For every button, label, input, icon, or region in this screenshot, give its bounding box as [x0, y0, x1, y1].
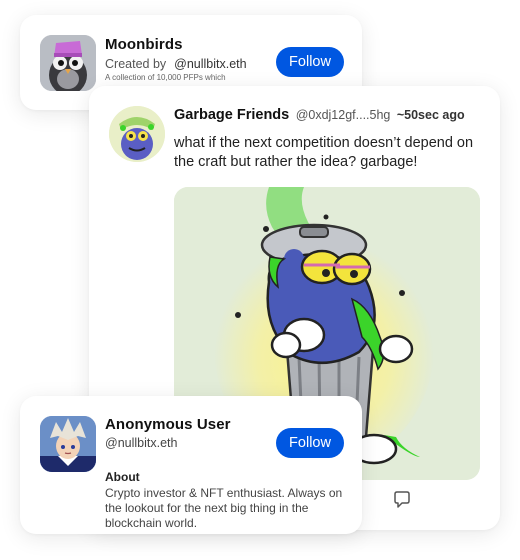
moonbird-avatar[interactable]: [40, 35, 96, 91]
post-timestamp: ~50sec ago: [396, 108, 465, 122]
follow-user-button[interactable]: Follow: [276, 428, 344, 458]
user-profile-card: Anonymous User @nullbitx.eth Follow Abou…: [20, 396, 362, 534]
collection-title: Moonbirds: [105, 36, 183, 53]
user-handle[interactable]: @nullbitx.eth: [105, 436, 177, 450]
user-avatar[interactable]: [40, 416, 96, 472]
user-name: Anonymous User: [105, 416, 231, 433]
author-avatar[interactable]: [109, 106, 165, 162]
about-text: Crypto investor & NFT enthusiast. Always…: [105, 486, 343, 530]
reply-bubble-icon[interactable]: [392, 490, 412, 510]
follow-collection-button[interactable]: Follow: [276, 47, 344, 77]
post-header: Garbage Friends @0xdj12gf....5hg ~50sec …: [174, 106, 465, 124]
author-handle[interactable]: @0xdj12gf....5hg: [296, 108, 391, 122]
author-name[interactable]: Garbage Friends: [174, 107, 289, 123]
about-heading: About: [105, 470, 140, 484]
creator-handle-link[interactable]: @nullbitx.eth: [174, 57, 246, 71]
created-by-label: Created by: [105, 57, 167, 71]
created-by-line: Created by @nullbitx.eth: [105, 57, 247, 71]
post-text: what if the next competition doesn’t dep…: [174, 135, 474, 170]
